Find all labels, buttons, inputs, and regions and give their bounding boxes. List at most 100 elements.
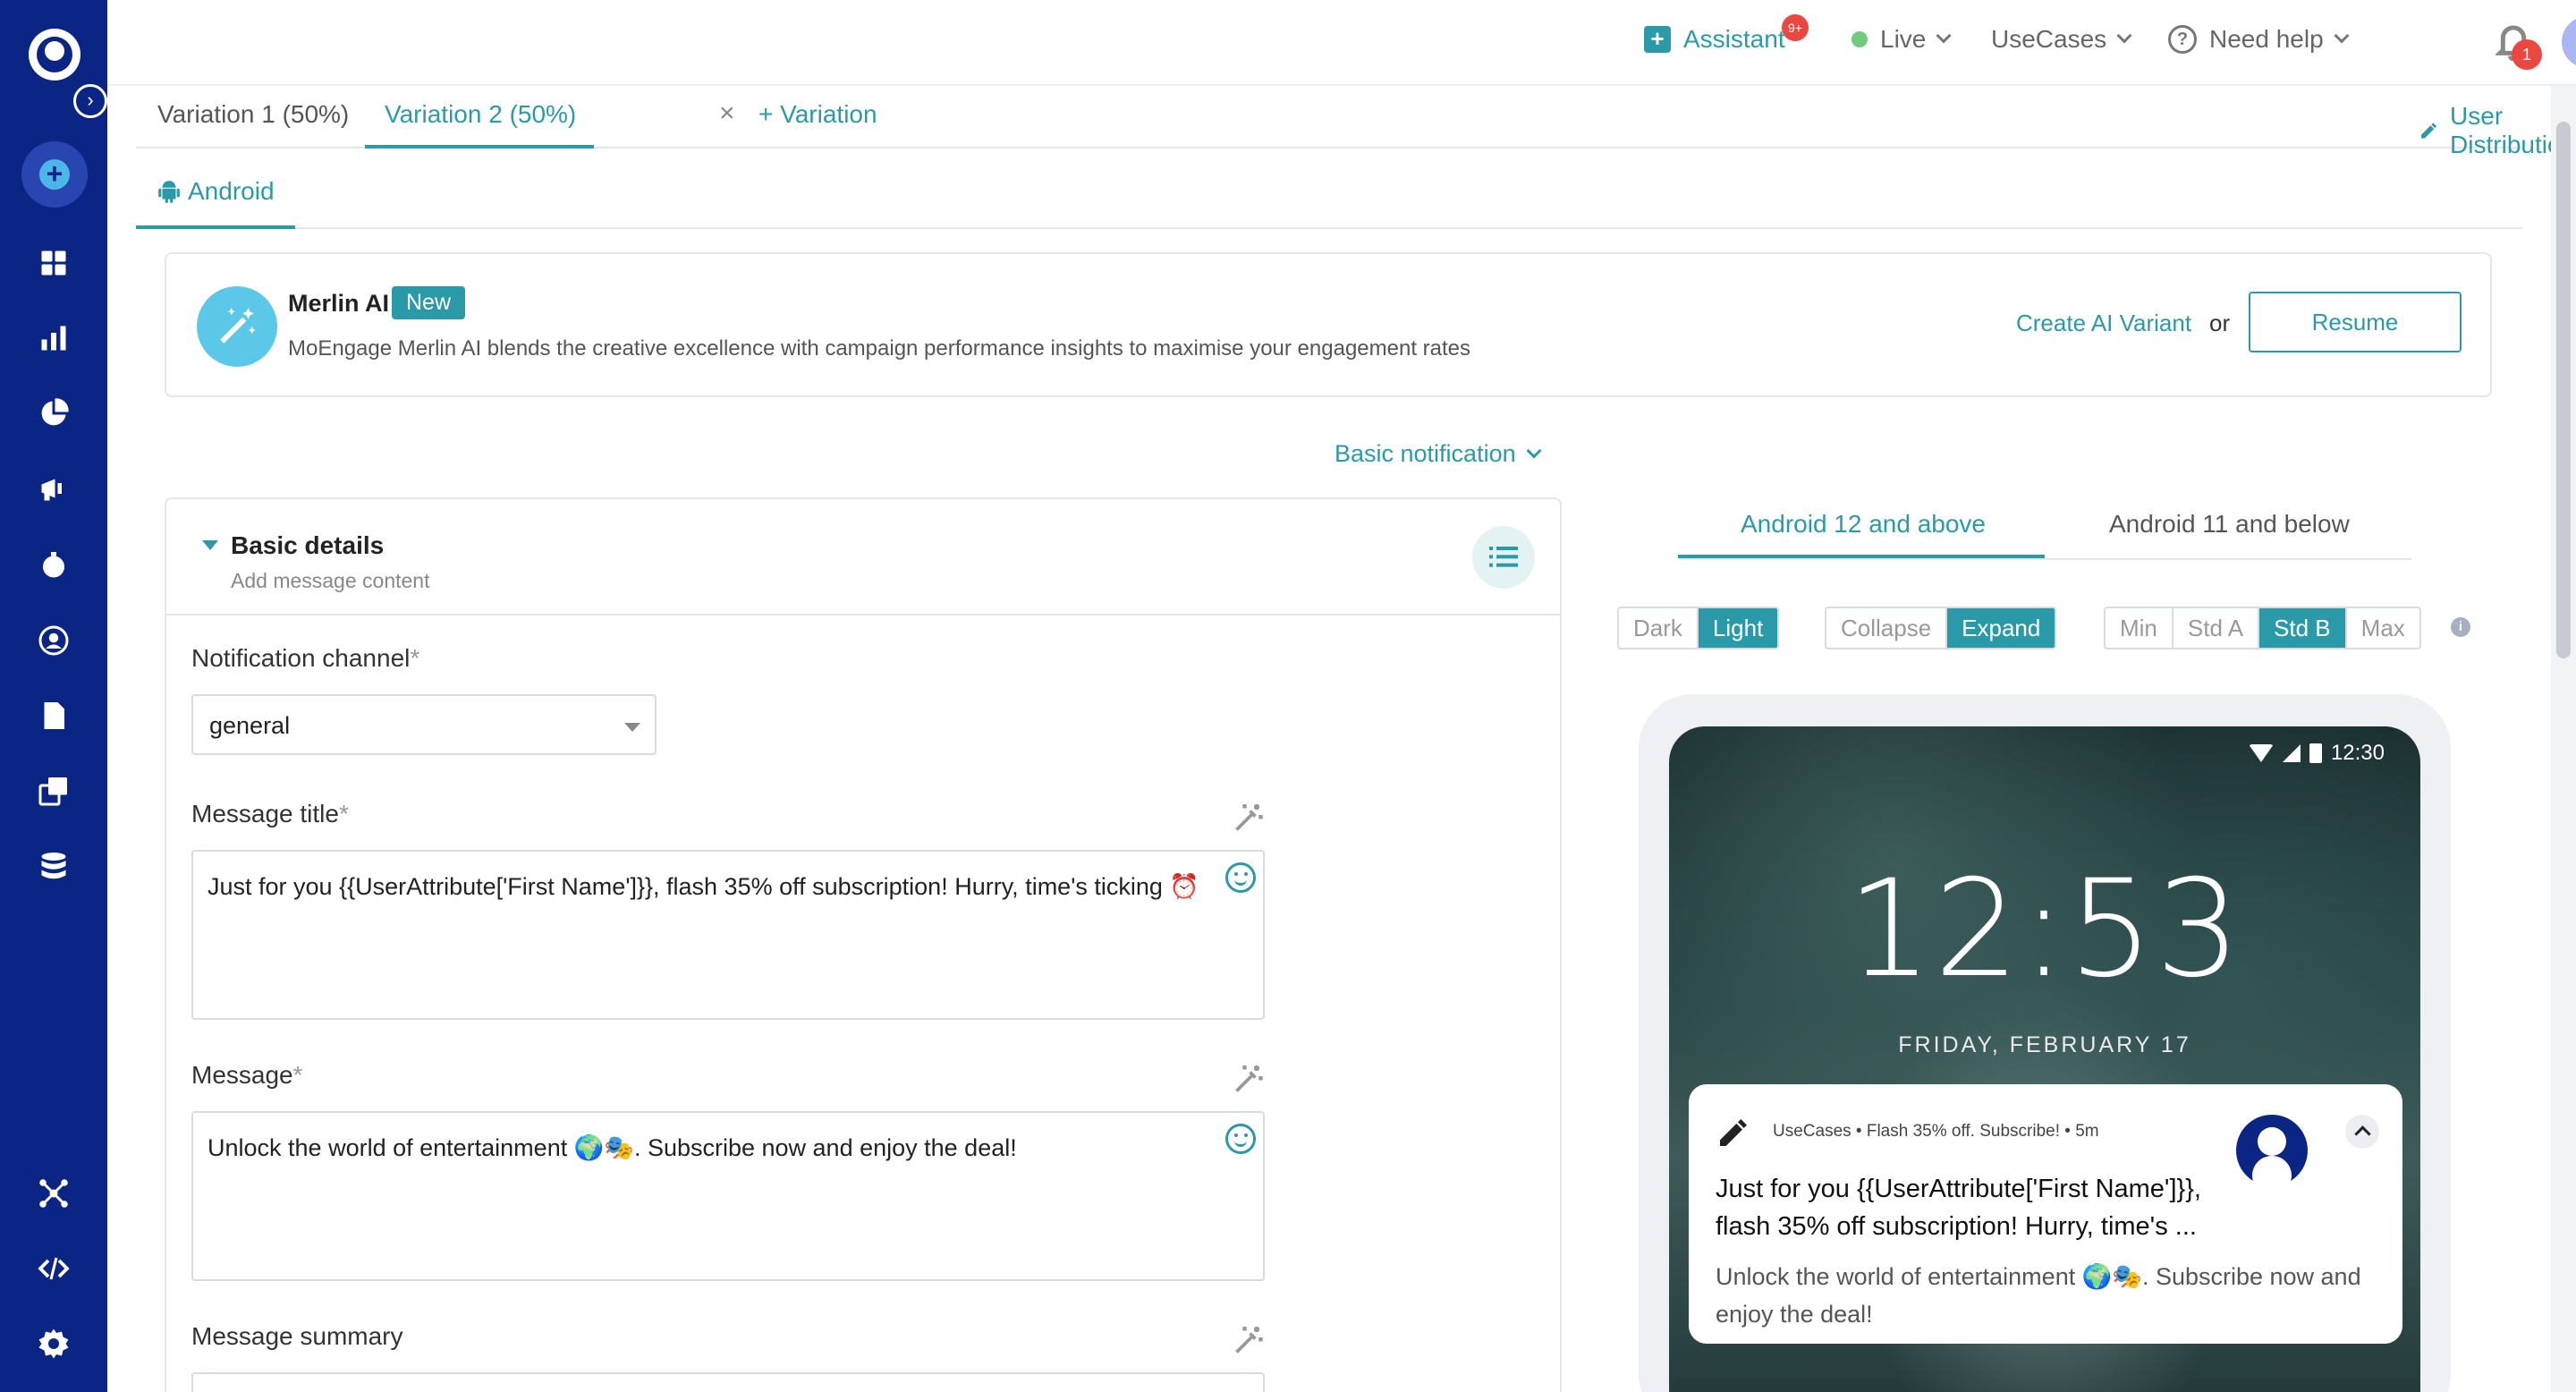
emoji-icon[interactable]: [1225, 862, 1256, 893]
lock-date: FRIDAY, FEBRUARY 17: [1898, 1032, 2191, 1057]
database-icon[interactable]: [32, 845, 75, 887]
message-label: Message*: [191, 1061, 303, 1089]
status-bar: 12:30: [2248, 741, 2385, 766]
add-variation-button[interactable]: + Variation: [758, 100, 877, 129]
variation-tabs: Variation 1 (50%) Variation 2 (50%) × + …: [136, 86, 2575, 158]
chevron-down-icon: [1936, 28, 1952, 44]
notification-preview: UseCases • Flash 35% off. Subscribe! • 5…: [1689, 1084, 2402, 1344]
top-bar: + Assistant 9+ Live UseCases ? Need help…: [107, 0, 2576, 86]
chevron-down-icon: [1526, 443, 1542, 458]
list-icon[interactable]: [1472, 526, 1535, 589]
caret-down-icon: [624, 723, 640, 732]
theme-light-button[interactable]: Light: [1698, 608, 1778, 648]
active-tab-indicator: [136, 225, 295, 229]
campaign-icon[interactable]: [32, 467, 75, 510]
android-version-tabs: Android 12 and above Android 11 and belo…: [1678, 497, 2411, 560]
emoji-icon[interactable]: [1225, 1124, 1256, 1154]
magic-wand-icon: [197, 286, 277, 367]
style-max-button[interactable]: Max: [2347, 608, 2419, 648]
android-icon: [158, 181, 180, 203]
create-ai-variant-link[interactable]: Create AI Variant: [2016, 310, 2191, 337]
tab-android-12[interactable]: Android 12 and above: [1741, 510, 1986, 539]
info-icon[interactable]: i: [2451, 617, 2470, 637]
active-tab-indicator: [1678, 555, 2045, 558]
ai-wand-icon[interactable]: [1233, 1324, 1265, 1356]
style-min-button[interactable]: Min: [2106, 608, 2174, 648]
timer-icon[interactable]: [32, 544, 75, 587]
dashboard-icon[interactable]: [32, 242, 75, 284]
summary-label: Message summary: [191, 1322, 403, 1350]
battery-icon: [2309, 743, 2322, 763]
theme-dark-button[interactable]: Dark: [1619, 608, 1699, 648]
logo-icon[interactable]: [29, 29, 80, 81]
basic-details-card: Basic details Add message content Notifi…: [165, 497, 1562, 1392]
notification-title: Just for you {{UserAttribute['First Name…: [1716, 1175, 2201, 1241]
new-badge: New: [392, 286, 466, 319]
segment-icon[interactable]: [32, 392, 75, 435]
settings-icon[interactable]: [32, 1322, 75, 1365]
ai-wand-icon[interactable]: [1233, 1063, 1265, 1095]
notification-message: Unlock the world of entertainment 🌍🎭. Su…: [1716, 1263, 2361, 1328]
platform-tabs: Android: [136, 149, 2522, 229]
user-icon[interactable]: [32, 619, 75, 662]
signal-icon: [2282, 744, 2301, 762]
close-variation-icon[interactable]: ×: [719, 98, 735, 129]
live-status-icon: [1852, 31, 1868, 47]
tab-android-11[interactable]: Android 11 and below: [2109, 510, 2350, 539]
style-std-a-button[interactable]: Std A: [2174, 608, 2260, 648]
avatar[interactable]: M: [2562, 16, 2576, 68]
assistant-button[interactable]: + Assistant: [1644, 25, 1785, 54]
tab-variation-1[interactable]: Variation 1 (50%): [157, 100, 349, 129]
chevron-down-icon: [2334, 28, 2350, 44]
basic-details-header[interactable]: Basic details Add message content: [166, 499, 1560, 615]
channel-label: Notification channel*: [191, 644, 420, 672]
message-title-input[interactable]: Just for you {{UserAttribute['First Name…: [191, 850, 1265, 1020]
template-icon[interactable]: [32, 769, 75, 812]
phone-preview: 12:30 12:53 FRIDAY, FEBRUARY 17 UseCases…: [1639, 694, 2451, 1392]
template-type-dropdown[interactable]: Basic notification: [1335, 440, 1542, 468]
message-summary-input[interactable]: [191, 1372, 1265, 1392]
section-title: Basic details: [231, 531, 385, 559]
create-icon[interactable]: +: [21, 141, 88, 208]
help-icon: ?: [2168, 25, 2197, 54]
assistant-badge: 9+: [1782, 14, 1809, 41]
lock-clock: 12:53: [1846, 852, 2243, 1007]
wifi-icon: [2248, 744, 2274, 762]
message-input[interactable]: Unlock the world of entertainment 🌍🎭. Su…: [191, 1111, 1265, 1281]
tab-variation-2[interactable]: Variation 2 (50%): [385, 100, 576, 129]
chevron-up-icon[interactable]: [2345, 1115, 2379, 1149]
tab-android[interactable]: Android: [157, 177, 275, 206]
merlin-description: MoEngage Merlin AI blends the creative e…: [288, 336, 1471, 361]
analytics-icon[interactable]: [32, 317, 75, 360]
scrollbar-thumb[interactable]: [2556, 122, 2571, 658]
style-toggle: Min Std A Std B Max: [2104, 607, 2421, 649]
app-logo-icon: [2233, 1111, 2311, 1190]
workspace-dropdown[interactable]: UseCases: [1991, 25, 2132, 54]
layout-collapse-button[interactable]: Collapse: [1826, 608, 1948, 648]
integration-icon[interactable]: [32, 1172, 75, 1215]
code-icon[interactable]: [32, 1247, 75, 1290]
assistant-icon: +: [1644, 26, 1671, 53]
notification-badge: 1: [2512, 39, 2542, 70]
pencil-icon: [1716, 1115, 1751, 1150]
environment-dropdown[interactable]: Live: [1852, 25, 1952, 54]
merlin-ai-card: Merlin AI New MoEngage Merlin AI blends …: [165, 252, 2492, 397]
collapse-caret-icon[interactable]: [202, 540, 218, 550]
resume-button[interactable]: Resume: [2249, 292, 2462, 352]
expand-sidebar-icon[interactable]: ›: [73, 84, 107, 118]
ai-wand-icon[interactable]: [1233, 802, 1265, 834]
page-scrollbar[interactable]: [2551, 86, 2576, 1392]
chevron-down-icon: [2116, 28, 2132, 44]
notification-meta: UseCases • Flash 35% off. Subscribe! • 5…: [1773, 1122, 2099, 1141]
theme-toggle: Dark Light: [1617, 607, 1780, 649]
help-dropdown[interactable]: ? Need help: [2168, 25, 2350, 54]
title-label: Message title*: [191, 800, 349, 828]
channel-select[interactable]: general: [191, 694, 657, 755]
or-separator: or: [2209, 310, 2231, 336]
style-std-b-button[interactable]: Std B: [2259, 608, 2347, 648]
pencil-icon: [2420, 123, 2437, 139]
lock-screen: 12:30 12:53 FRIDAY, FEBRUARY 17 UseCases…: [1669, 726, 2420, 1392]
layout-toggle: Collapse Expand: [1825, 607, 2057, 649]
layout-expand-button[interactable]: Expand: [1947, 608, 2055, 648]
content-icon[interactable]: [32, 694, 75, 737]
